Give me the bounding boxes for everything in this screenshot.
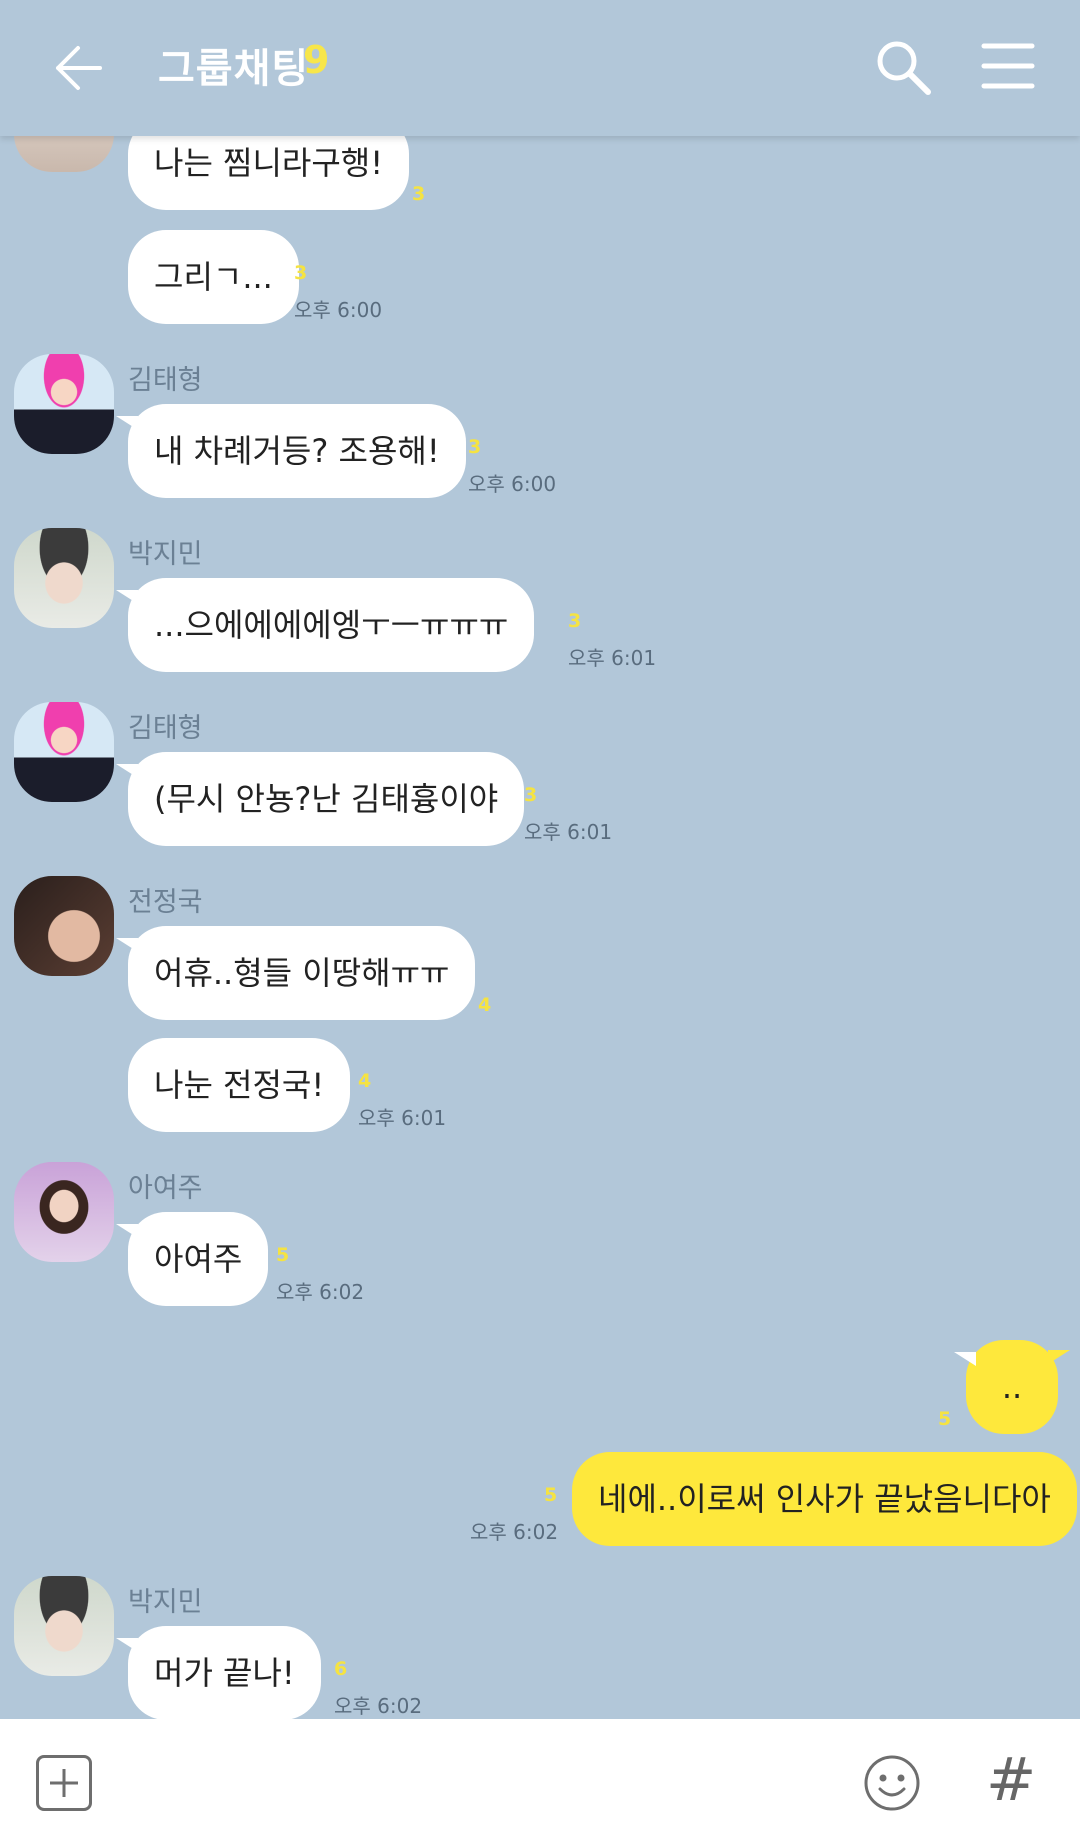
avatar[interactable] xyxy=(14,876,114,976)
chat-title: 그룹채팅 xyxy=(158,46,310,92)
message-bubble[interactable]: 나는 찜니라구행! xyxy=(128,136,410,210)
unread-count: 3 xyxy=(468,436,482,458)
unread-count: 5 xyxy=(544,1484,558,1506)
message-time: 오후 6:02 xyxy=(276,1280,365,1304)
avatar[interactable] xyxy=(14,702,114,802)
message-bubble[interactable]: 나눈 전정국! xyxy=(128,1038,351,1132)
my-message-bubble[interactable]: .. xyxy=(954,1340,1070,1434)
message-time: 오후 6:01 xyxy=(524,820,613,844)
hash-icon[interactable]: # xyxy=(986,1745,1036,1815)
unread-count: 5 xyxy=(938,1408,952,1430)
sender-name: 아여주 xyxy=(128,1173,203,1204)
chat-header: 그룹채팅 9 xyxy=(0,0,1080,136)
message-bubble[interactable]: 어휴..형들 이땅해ㅠㅠ xyxy=(115,926,476,1020)
plus-icon[interactable] xyxy=(36,1755,92,1811)
member-count: 9 xyxy=(303,38,330,82)
avatar[interactable] xyxy=(14,528,114,628)
unread-count: 3 xyxy=(412,183,426,205)
message-bubble[interactable]: 내 차례거등? 조용해! xyxy=(116,404,466,498)
message-time: 오후 6:02 xyxy=(470,1520,559,1544)
search-icon[interactable] xyxy=(872,36,934,98)
avatar[interactable] xyxy=(14,1162,114,1262)
unread-count: 5 xyxy=(276,1244,290,1266)
sender-name: 박지민 xyxy=(128,539,203,570)
sender-name: 박지민 xyxy=(128,1587,203,1618)
message-time: 오후 6:01 xyxy=(358,1106,447,1130)
unread-count: 4 xyxy=(358,1070,372,1092)
my-message-bubble[interactable]: 네에..이로써 인사가 끝났음니다아 xyxy=(572,1452,1077,1546)
back-arrow-icon[interactable] xyxy=(48,38,108,98)
message-time: 오후 6:01 xyxy=(568,646,657,670)
message-bubble[interactable]: 아여주 xyxy=(115,1212,269,1306)
unread-count: 3 xyxy=(568,610,582,632)
unread-count: 6 xyxy=(334,1658,348,1680)
message-bubble[interactable]: 머가 끝나! xyxy=(116,1626,321,1719)
message-input-bar: # xyxy=(0,1719,1080,1847)
avatar[interactable] xyxy=(14,354,114,454)
message-bubble[interactable]: (무시 안뇽?난 김태흉이야 xyxy=(115,752,525,846)
emoji-icon[interactable] xyxy=(862,1753,922,1813)
avatar[interactable] xyxy=(14,1576,114,1676)
sender-name: 전정국 xyxy=(128,887,203,918)
sender-name: 김태형 xyxy=(128,713,203,744)
message-time: 오후 6:00 xyxy=(468,472,557,496)
menu-icon[interactable] xyxy=(980,38,1036,94)
unread-count: 3 xyxy=(524,784,538,806)
unread-count: 4 xyxy=(478,994,492,1016)
chat-messages[interactable]: 나는 찜니라구행! 3 그리ㄱ... 3 오후 6:00 김태형 내 차례거등?… xyxy=(0,136,1080,1719)
message-time: 오후 6:00 xyxy=(294,298,383,322)
sender-name: 김태형 xyxy=(128,365,203,396)
unread-count: 3 xyxy=(294,262,308,284)
message-bubble[interactable]: 그리ㄱ... xyxy=(128,230,299,324)
avatar[interactable] xyxy=(14,136,114,172)
message-time: 오후 6:02 xyxy=(334,1694,423,1718)
message-bubble[interactable]: ...으에에에에엥ㅜㅡㅠㅠㅠ xyxy=(115,578,535,672)
